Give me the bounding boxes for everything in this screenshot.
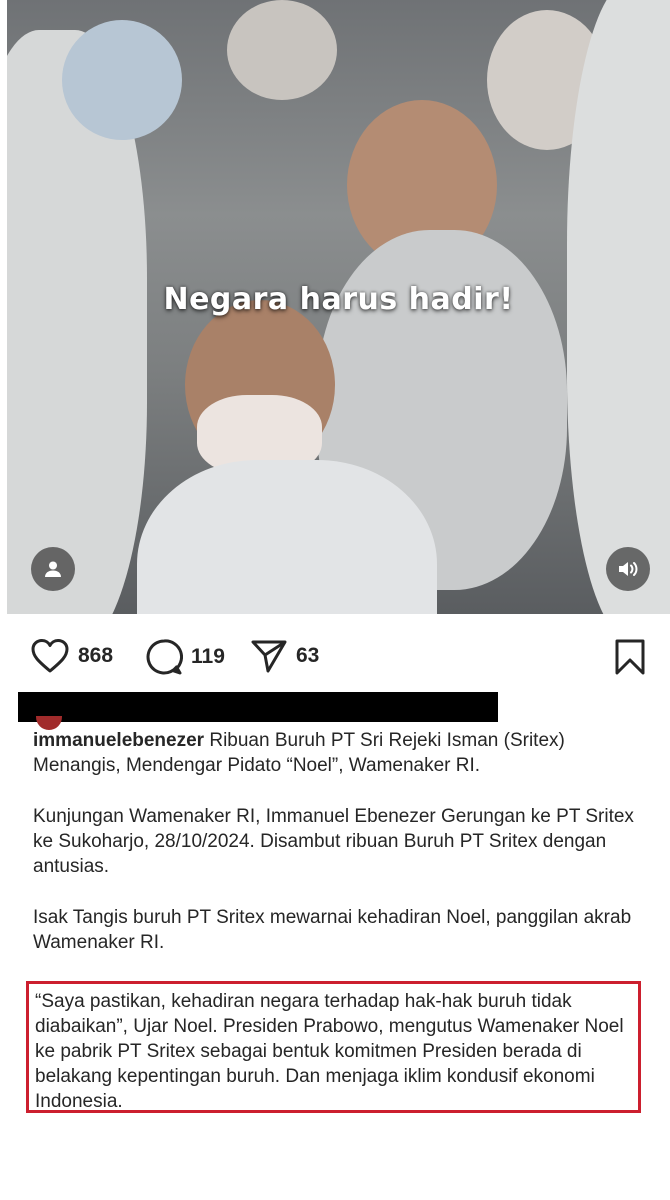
like-count: 868	[78, 644, 114, 667]
post-caption: immanuelebenezer Ribuan Buruh PT Sri Rej…	[33, 728, 648, 981]
caption-quote: “Saya pastikan, kehadiran negara terhada…	[35, 991, 624, 1112]
bookmark-icon[interactable]	[612, 638, 648, 676]
share-action[interactable]: 63	[250, 638, 319, 674]
save-action[interactable]	[612, 638, 648, 676]
comment-action[interactable]: 119	[145, 638, 225, 676]
caption-paragraph: Isak Tangis buruh PT Sritex mewarnai keh…	[33, 907, 632, 953]
send-icon[interactable]	[250, 638, 288, 674]
heart-icon[interactable]	[30, 638, 70, 674]
share-count: 63	[296, 644, 320, 667]
like-action[interactable]: 868	[30, 638, 113, 674]
person-figure	[227, 0, 337, 100]
redaction-bar	[18, 692, 498, 722]
caption-paragraph: Kunjungan Wamenaker RI, Immanuel Ebeneze…	[33, 806, 634, 877]
caption-first-paragraph: immanuelebenezer Ribuan Buruh PT Sri Rej…	[33, 728, 648, 778]
post-action-bar: 868 119 63	[0, 630, 670, 686]
tagged-users-button[interactable]	[31, 547, 75, 591]
person-figure	[62, 20, 182, 140]
user-icon	[45, 561, 61, 577]
audio-toggle-button[interactable]	[606, 547, 650, 591]
video-overlay-text: Negara harus hadir!	[163, 282, 514, 317]
speaker-icon	[619, 562, 638, 576]
post-video[interactable]: Negara harus hadir!	[7, 0, 670, 614]
caption-username[interactable]: immanuelebenezer	[33, 730, 204, 751]
comment-count: 119	[191, 645, 225, 668]
comment-icon[interactable]	[145, 638, 183, 676]
person-figure	[137, 460, 437, 614]
